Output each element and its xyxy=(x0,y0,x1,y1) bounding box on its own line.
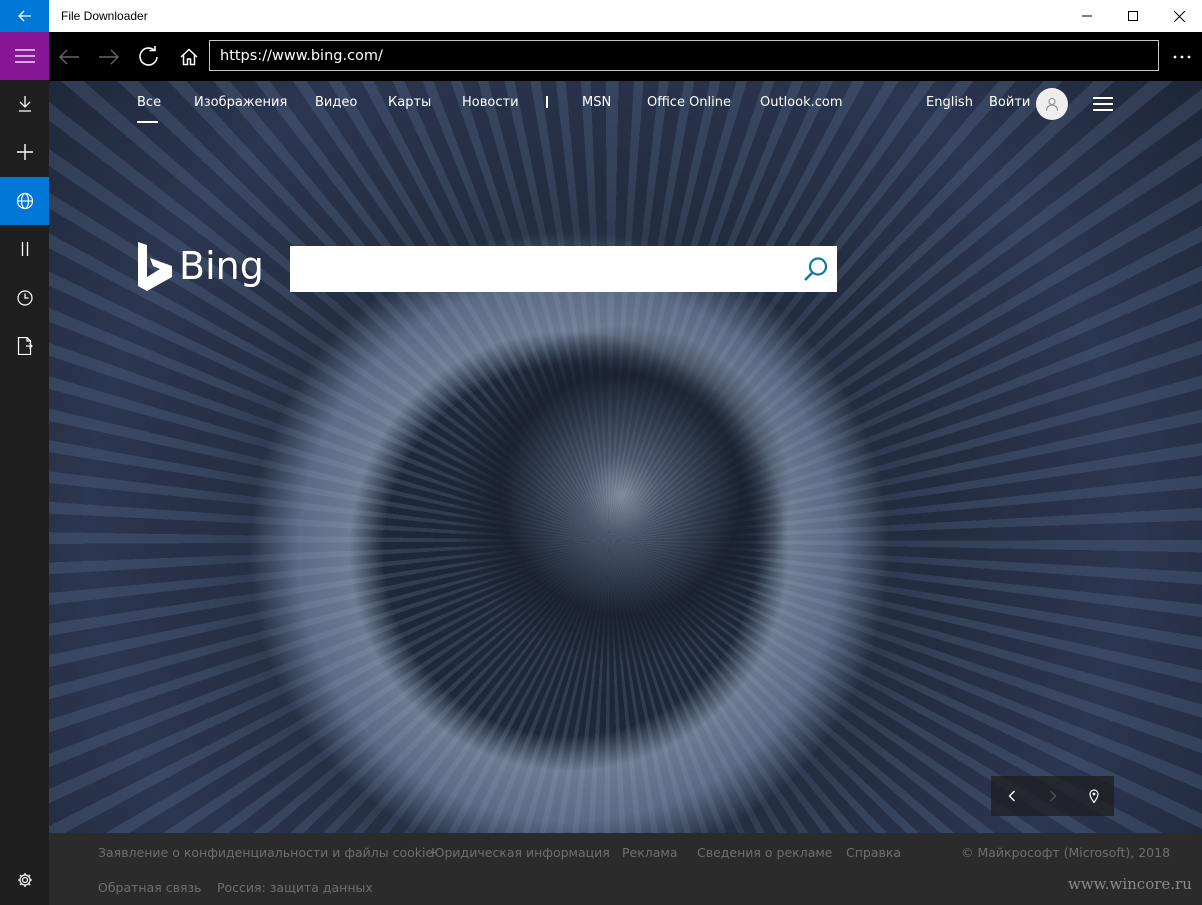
nav-video[interactable]: Видео xyxy=(315,95,357,110)
history-button[interactable] xyxy=(0,274,49,322)
search-icon xyxy=(804,257,828,281)
nav-images[interactable]: Изображения xyxy=(194,95,287,110)
hamburger-menu-icon xyxy=(14,49,35,63)
add-icon xyxy=(16,144,33,160)
window-back-button[interactable] xyxy=(0,0,49,32)
footer-legal-link[interactable]: Юридическая информация xyxy=(431,845,610,860)
footer-data-protection-link[interactable]: Россия: защита данных xyxy=(217,880,373,895)
add-download-button[interactable] xyxy=(0,128,49,176)
page-footer: Заявление о конфиденциальности и файлы c… xyxy=(49,833,1202,905)
active-tab-indicator xyxy=(137,121,158,123)
close-icon xyxy=(1173,10,1185,22)
language-link[interactable]: English xyxy=(926,95,973,110)
watermark-text: www.wincore.ru xyxy=(1068,875,1192,893)
browser-forward-button[interactable] xyxy=(89,32,129,81)
browser-button[interactable] xyxy=(0,177,49,225)
avatar[interactable] xyxy=(1036,88,1068,120)
hamburger-menu-button[interactable] xyxy=(0,32,49,80)
nav-news[interactable]: Новости xyxy=(462,95,519,110)
search-box xyxy=(290,246,837,292)
left-nav-rail xyxy=(0,32,49,905)
nav-outlook[interactable]: Outlook.com xyxy=(760,95,843,110)
footer-privacy-link[interactable]: Заявление о конфиденциальности и файлы c… xyxy=(98,845,433,860)
back-icon xyxy=(59,49,79,64)
more-icon xyxy=(1173,55,1190,58)
image-navigation xyxy=(991,776,1114,816)
globe-icon xyxy=(16,192,33,210)
refresh-button[interactable] xyxy=(129,32,169,81)
browser-toolbar xyxy=(49,32,1202,81)
downloads-button[interactable] xyxy=(0,80,49,128)
nav-separator xyxy=(546,96,548,108)
refresh-icon xyxy=(139,45,158,66)
signin-link[interactable]: Войти xyxy=(989,95,1030,110)
footer-help-link[interactable]: Справка xyxy=(846,845,901,860)
clock-icon xyxy=(16,290,33,306)
window-title-bar: File Downloader xyxy=(0,0,1202,32)
chevron-left-icon xyxy=(1008,790,1015,802)
browser-back-button[interactable] xyxy=(49,32,89,81)
arrow-left-icon xyxy=(17,10,31,22)
gear-icon xyxy=(17,873,32,887)
bing-menu-button[interactable] xyxy=(1091,92,1115,116)
footer-about-ads-link[interactable]: Сведения о рекламе xyxy=(697,845,832,860)
forward-icon xyxy=(99,49,119,64)
chevron-right-icon xyxy=(1049,790,1056,802)
pause-icon xyxy=(21,242,28,256)
home-icon xyxy=(180,47,198,65)
nav-all[interactable]: Все xyxy=(137,95,161,110)
app-title: File Downloader xyxy=(61,9,148,23)
previous-image-button[interactable] xyxy=(991,776,1032,816)
maximize-button[interactable] xyxy=(1110,0,1156,32)
url-input[interactable] xyxy=(209,40,1159,71)
bing-logo-text: Bing xyxy=(179,244,264,288)
user-icon xyxy=(1046,98,1058,111)
hamburger-menu-icon xyxy=(1093,97,1113,111)
copyright-text: © Майкрософт (Microsoft), 2018 xyxy=(961,845,1171,860)
download-icon xyxy=(18,96,31,112)
search-button[interactable] xyxy=(801,254,831,284)
nav-msn[interactable]: MSN xyxy=(582,95,611,110)
more-button[interactable] xyxy=(1161,32,1202,81)
next-image-button[interactable] xyxy=(1032,776,1073,816)
nav-office-online[interactable]: Office Online xyxy=(647,95,731,110)
location-pin-icon xyxy=(1088,789,1099,803)
web-page-view: Все Изображения Видео Карты Новости MSN … xyxy=(49,81,1202,833)
export-button[interactable] xyxy=(0,322,49,370)
pause-all-button[interactable] xyxy=(0,225,49,273)
bing-b-icon xyxy=(138,242,172,291)
image-location-button[interactable] xyxy=(1073,776,1114,816)
export-file-icon xyxy=(17,337,33,355)
home-button[interactable] xyxy=(169,32,209,81)
footer-advertising-link[interactable]: Реклама xyxy=(622,845,678,860)
bing-logo: Bing xyxy=(137,239,264,293)
nav-maps[interactable]: Карты xyxy=(388,95,431,110)
footer-feedback-link[interactable]: Обратная связь xyxy=(98,880,202,895)
close-button[interactable] xyxy=(1156,0,1202,32)
maximize-icon xyxy=(1128,11,1138,21)
settings-button[interactable] xyxy=(0,857,49,903)
minimize-button[interactable] xyxy=(1064,0,1110,32)
minimize-icon xyxy=(1082,15,1092,17)
search-input[interactable] xyxy=(290,246,790,292)
